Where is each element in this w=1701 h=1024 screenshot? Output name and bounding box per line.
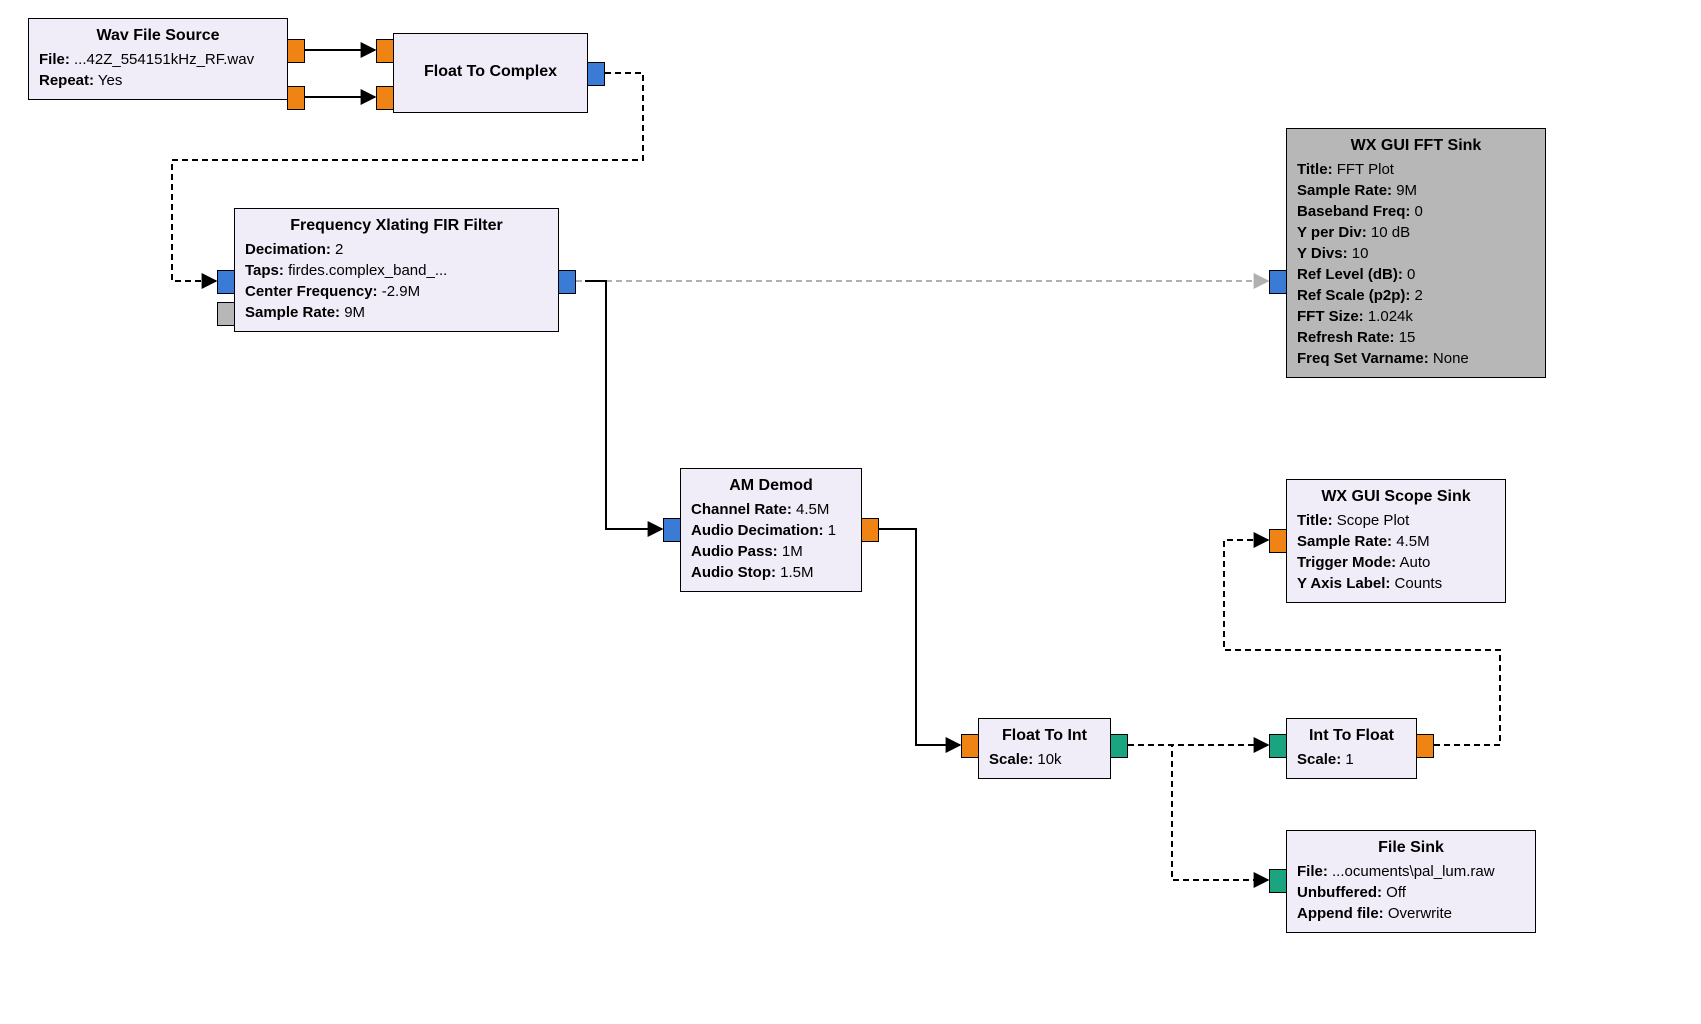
prop-row: Sample Rate: 9M [1297, 180, 1535, 201]
prop-row: Repeat: Yes [39, 70, 277, 91]
block-float-to-complex[interactable]: Float To Complex [393, 33, 588, 113]
port-in-0[interactable] [376, 39, 394, 63]
block-wx-gui-scope-sink[interactable]: WX GUI Scope Sink Title: Scope Plot Samp… [1286, 479, 1506, 603]
port-out-0[interactable] [861, 518, 879, 542]
prop-row: Scale: 10k [989, 749, 1100, 770]
prop-row: File: ...42Z_554151kHz_RF.wav [39, 49, 277, 70]
block-title: AM Demod [691, 477, 851, 495]
prop-row: Audio Pass: 1M [691, 541, 851, 562]
block-file-sink[interactable]: File Sink File: ...ocuments\pal_lum.raw … [1286, 830, 1536, 933]
prop-row: Decimation: 2 [245, 239, 548, 260]
block-title: Float To Complex [424, 63, 557, 81]
port-out-0[interactable] [287, 39, 305, 63]
prop-row: Freq Set Varname: None [1297, 348, 1535, 369]
port-in-0[interactable] [961, 734, 979, 758]
port-in-0[interactable] [1269, 869, 1287, 893]
port-in-freq[interactable] [217, 302, 235, 326]
prop-row: Sample Rate: 4.5M [1297, 531, 1495, 552]
prop-row: Append file: Overwrite [1297, 903, 1525, 924]
port-in-0[interactable] [663, 518, 681, 542]
block-title: Int To Float [1297, 727, 1406, 745]
block-title: WX GUI Scope Sink [1297, 488, 1495, 506]
prop-row: Trigger Mode: Auto [1297, 552, 1495, 573]
prop-row: Taps: firdes.complex_band_... [245, 260, 548, 281]
prop-row: Scale: 1 [1297, 749, 1406, 770]
port-out-0[interactable] [1110, 734, 1128, 758]
prop-row: Y per Div: 10 dB [1297, 222, 1535, 243]
port-in-0[interactable] [1269, 270, 1287, 294]
port-out-0[interactable] [558, 270, 576, 294]
prop-row: Audio Decimation: 1 [691, 520, 851, 541]
prop-row: Audio Stop: 1.5M [691, 562, 851, 583]
prop-row: Ref Level (dB): 0 [1297, 264, 1535, 285]
port-out-0[interactable] [587, 62, 605, 86]
port-in-1[interactable] [376, 86, 394, 110]
prop-row: Title: FFT Plot [1297, 159, 1535, 180]
port-in-0[interactable] [1269, 529, 1287, 553]
prop-row: FFT Size: 1.024k [1297, 306, 1535, 327]
prop-row: Sample Rate: 9M [245, 302, 548, 323]
block-wav-file-source[interactable]: Wav File Source File: ...42Z_554151kHz_R… [28, 18, 288, 100]
port-in-0[interactable] [1269, 734, 1287, 758]
prop-row: Title: Scope Plot [1297, 510, 1495, 531]
port-out-0[interactable] [1416, 734, 1434, 758]
block-title: WX GUI FFT Sink [1297, 137, 1535, 155]
port-out-1[interactable] [287, 86, 305, 110]
block-title: Wav File Source [39, 27, 277, 45]
prop-row: Channel Rate: 4.5M [691, 499, 851, 520]
block-freq-xlating-fir-filter[interactable]: Frequency Xlating FIR Filter Decimation:… [234, 208, 559, 332]
port-in-0[interactable] [217, 270, 235, 294]
prop-row: Ref Scale (p2p): 2 [1297, 285, 1535, 306]
prop-row: Refresh Rate: 15 [1297, 327, 1535, 348]
prop-row: Y Axis Label: Counts [1297, 573, 1495, 594]
block-title: File Sink [1297, 839, 1525, 857]
prop-row: Center Frequency: -2.9M [245, 281, 548, 302]
block-wx-gui-fft-sink[interactable]: WX GUI FFT Sink Title: FFT Plot Sample R… [1286, 128, 1546, 378]
prop-row: File: ...ocuments\pal_lum.raw [1297, 861, 1525, 882]
block-int-to-float[interactable]: Int To Float Scale: 1 [1286, 718, 1417, 779]
block-title: Frequency Xlating FIR Filter [245, 217, 548, 235]
block-float-to-int[interactable]: Float To Int Scale: 10k [978, 718, 1111, 779]
prop-row: Unbuffered: Off [1297, 882, 1525, 903]
block-title: Float To Int [989, 727, 1100, 745]
block-am-demod[interactable]: AM Demod Channel Rate: 4.5M Audio Decima… [680, 468, 862, 592]
prop-row: Y Divs: 10 [1297, 243, 1535, 264]
prop-row: Baseband Freq: 0 [1297, 201, 1535, 222]
